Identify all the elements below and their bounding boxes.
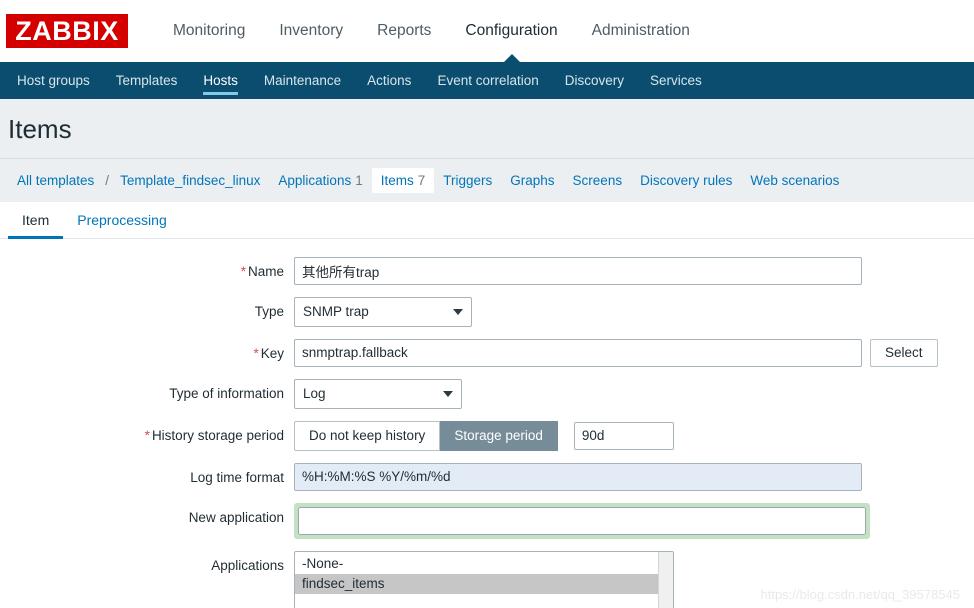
- breadcrumb-tab-applications-count: 1: [355, 172, 363, 188]
- field-applications: -None- findsec_items: [294, 550, 674, 608]
- label-log-time-format: Log time format: [0, 463, 294, 485]
- field-history-storage-period: Do not keep history Storage period: [294, 420, 674, 451]
- page-root: ZABBIX Monitoring Inventory Reports Conf…: [0, 0, 974, 608]
- breadcrumb: All templates / Template_findsec_linux A…: [0, 158, 974, 202]
- label-type-of-information: Type of information: [0, 379, 294, 401]
- label-name-text: Name: [247, 263, 284, 279]
- breadcrumb-tab-graphs[interactable]: Graphs: [501, 168, 563, 193]
- label-applications: Applications: [0, 551, 294, 573]
- nav-item-monitoring[interactable]: Monitoring: [156, 0, 262, 62]
- row-log-time-format: Log time format: [0, 462, 974, 491]
- key-input[interactable]: [294, 338, 862, 367]
- name-input[interactable]: [294, 256, 862, 285]
- label-new-application-text: New application: [188, 509, 284, 525]
- chevron-down-icon: [443, 390, 453, 397]
- history-option-do-not-keep[interactable]: Do not keep history: [294, 420, 441, 451]
- breadcrumb-template-name[interactable]: Template_findsec_linux: [111, 168, 269, 193]
- row-type-of-information: Type of information Log: [0, 378, 974, 409]
- breadcrumb-tab-applications-label: Applications: [278, 172, 352, 188]
- page-title: Items: [8, 114, 72, 144]
- label-key: * Key: [0, 339, 294, 361]
- applications-scrollbar[interactable]: [658, 551, 673, 608]
- storage-period-input[interactable]: [573, 421, 674, 450]
- subnav-item-templates[interactable]: Templates: [103, 62, 191, 99]
- nav-item-administration[interactable]: Administration: [575, 0, 707, 62]
- required-marker-name: *: [240, 263, 246, 279]
- breadcrumb-separator: /: [105, 172, 110, 188]
- field-log-time-format: [294, 462, 862, 491]
- subnav-item-maintenance[interactable]: Maintenance: [251, 62, 354, 99]
- top-header: ZABBIX Monitoring Inventory Reports Conf…: [0, 0, 974, 63]
- nav-item-configuration[interactable]: Configuration: [448, 0, 574, 63]
- nav-item-inventory[interactable]: Inventory: [262, 0, 360, 62]
- row-history-storage-period: * History storage period Do not keep hist…: [0, 420, 974, 451]
- label-type-text: Type: [254, 303, 284, 319]
- breadcrumb-tab-items[interactable]: Items 7: [371, 167, 435, 193]
- field-type: SNMP trap: [294, 296, 472, 327]
- subnav-item-hosts[interactable]: Hosts: [190, 62, 251, 99]
- applications-listbox-inner: -None- findsec_items: [295, 552, 673, 594]
- label-key-text: Key: [260, 345, 284, 361]
- breadcrumb-tab-discovery-rules[interactable]: Discovery rules: [631, 168, 741, 193]
- new-application-focus-ring: [294, 502, 870, 539]
- zabbix-logo[interactable]: ZABBIX: [6, 14, 128, 48]
- subnav-item-discovery[interactable]: Discovery: [552, 62, 637, 99]
- label-history-storage-period: * History storage period: [0, 421, 294, 443]
- label-name: * Name: [0, 257, 294, 279]
- tab-preprocessing[interactable]: Preprocessing: [63, 202, 181, 238]
- type-of-information-select[interactable]: Log: [294, 378, 462, 409]
- required-marker-key: *: [253, 345, 259, 361]
- field-type-of-information: Log: [294, 378, 462, 409]
- field-new-application: [294, 502, 870, 539]
- field-name: [294, 256, 862, 285]
- applications-listbox[interactable]: -None- findsec_items: [294, 550, 674, 608]
- type-select-value: SNMP trap: [303, 304, 369, 320]
- applications-option-none[interactable]: -None-: [295, 554, 659, 574]
- tab-item[interactable]: Item: [8, 202, 64, 239]
- subnav-item-services[interactable]: Services: [637, 62, 715, 99]
- breadcrumb-tab-triggers[interactable]: Triggers: [434, 168, 501, 193]
- field-key: Select: [294, 338, 938, 367]
- page-title-band: Items: [0, 99, 974, 159]
- row-new-application: New application: [0, 502, 974, 539]
- log-time-format-input[interactable]: [294, 462, 862, 491]
- breadcrumb-tab-web-scenarios[interactable]: Web scenarios: [741, 168, 848, 193]
- label-new-application: New application: [0, 503, 294, 525]
- breadcrumb-tab-items-count: 7: [417, 172, 426, 188]
- new-application-input[interactable]: [298, 506, 866, 535]
- label-type-of-information-text: Type of information: [169, 385, 284, 401]
- required-marker-history: *: [144, 427, 150, 443]
- history-mode-toggle: Do not keep history Storage period: [294, 420, 558, 451]
- sub-navigation: Host groups Templates Hosts Maintenance …: [0, 62, 974, 99]
- form-tabs: Item Preprocessing: [0, 201, 974, 239]
- row-name: * Name: [0, 256, 974, 285]
- nav-item-reports[interactable]: Reports: [360, 0, 448, 62]
- type-of-information-value: Log: [303, 386, 326, 402]
- watermark-text: https://blog.csdn.net/qq_39578545: [760, 587, 961, 602]
- subnav-item-host-groups[interactable]: Host groups: [4, 62, 103, 99]
- key-select-button[interactable]: Select: [870, 338, 938, 367]
- item-form: *Name Type SNMP trap *Key Select Type of…: [0, 238, 974, 608]
- label-history-storage-period-text: History storage period: [151, 427, 284, 443]
- applications-option-findsec-items[interactable]: findsec_items: [295, 573, 659, 594]
- subnav-item-event-correlation[interactable]: Event correlation: [424, 62, 551, 99]
- breadcrumb-tab-screens[interactable]: Screens: [564, 168, 632, 193]
- main-navigation: Monitoring Inventory Reports Configurati…: [156, 0, 707, 63]
- breadcrumb-tab-applications[interactable]: Applications 1: [269, 168, 371, 193]
- row-key: *Key Select: [0, 338, 974, 367]
- breadcrumb-all-templates[interactable]: All templates: [8, 168, 103, 193]
- subnav-item-actions[interactable]: Actions: [354, 62, 424, 99]
- label-type: Type: [0, 297, 294, 319]
- type-select[interactable]: SNMP trap: [294, 296, 472, 327]
- chevron-down-icon: [453, 308, 463, 315]
- breadcrumb-tab-items-label: Items: [380, 172, 414, 188]
- zabbix-logo-text: ZABBIX: [15, 15, 119, 46]
- history-option-storage-period[interactable]: Storage period: [440, 420, 558, 451]
- label-log-time-format-text: Log time format: [190, 469, 284, 485]
- row-type: Type SNMP trap: [0, 296, 974, 327]
- label-applications-text: Applications: [211, 557, 284, 573]
